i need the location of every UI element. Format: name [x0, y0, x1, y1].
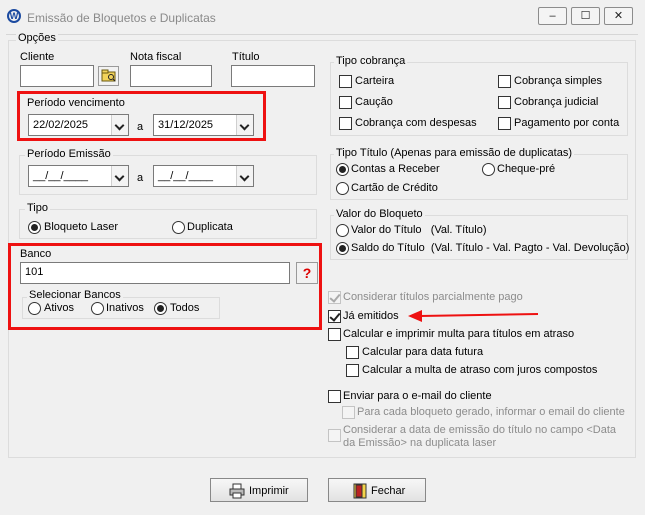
cliente-label: Cliente [20, 51, 55, 63]
nota-fiscal-input[interactable] [130, 65, 212, 87]
titulo-input[interactable] [231, 65, 315, 87]
cobranca-simples-label: Cobrança simples [514, 75, 603, 87]
cliente-search-button[interactable] [98, 66, 119, 86]
considerar-parcial-label: Considerar títulos parcialmente pago [343, 291, 523, 303]
window-title: Emissão de Bloquetos e Duplicatas [27, 11, 216, 25]
imprimir-label: Imprimir [249, 485, 289, 497]
fechar-button[interactable]: Fechar [328, 478, 426, 502]
cartao-credito-label: Cartão de Crédito [351, 182, 438, 194]
chevron-down-icon[interactable] [236, 115, 253, 135]
periodo-emissao-from-value: __/__/____ [33, 170, 89, 182]
cheque-pre-radio[interactable] [482, 163, 495, 176]
data-futura-label: Calcular para data futura [362, 346, 484, 358]
options-group-label: Opções [16, 32, 58, 44]
bancos-ativos-radio[interactable] [28, 302, 41, 315]
maximize-button[interactable]: ☐ [571, 7, 600, 25]
bancos-ativos-label: Ativos [44, 302, 74, 314]
caucao-label: Caução [355, 96, 393, 108]
data-emissao-label-2: da Emissão> na duplicata laser [343, 437, 497, 449]
bancos-todos-label: Todos [170, 302, 200, 314]
periodo-vencimento-from-value: 22/02/2025 [33, 119, 89, 131]
lookup-icon: ? [302, 265, 312, 281]
carteira-checkbox[interactable] [339, 75, 352, 88]
data-emissao-checkbox[interactable] [328, 429, 341, 442]
frame-divider [6, 34, 638, 35]
pagamento-por-conta-label: Pagamento por conta [514, 117, 620, 129]
chevron-down-icon[interactable] [111, 166, 128, 186]
cobranca-despesas-checkbox[interactable] [339, 117, 352, 130]
exit-door-icon [353, 483, 367, 499]
tipo-titulo-label: Tipo Título (Apenas para emissão de dupl… [334, 147, 575, 159]
saldo-titulo-radio[interactable] [336, 242, 349, 255]
fechar-label: Fechar [371, 485, 406, 497]
imprimir-button[interactable]: Imprimir [210, 478, 308, 502]
nota-fiscal-label: Nota fiscal [130, 51, 182, 63]
carteira-label: Carteira [355, 75, 395, 87]
close-button[interactable]: ✕ [604, 7, 633, 25]
considerar-parcial-checkbox[interactable] [328, 291, 341, 304]
periodo-vencimento-label: Período vencimento [27, 97, 125, 109]
banco-input[interactable]: 101 [20, 262, 290, 284]
contas-receber-radio[interactable] [336, 163, 349, 176]
app-logo-icon: W [7, 9, 21, 23]
banco-lookup-button[interactable]: ? [296, 262, 318, 284]
annotation-arrow-icon [408, 310, 539, 322]
data-futura-checkbox[interactable] [346, 346, 359, 359]
printer-icon [229, 483, 245, 499]
cada-bloqueto-label: Para cada bloqueto gerado, informar o em… [357, 406, 625, 418]
juros-compostos-checkbox[interactable] [346, 364, 359, 377]
saldo-titulo-label: Saldo do Título (Val. Título - Val. Pagt… [351, 242, 630, 254]
periodo-emissao-to-value: __/__/____ [158, 170, 214, 182]
bancos-inativos-radio[interactable] [91, 302, 104, 315]
periodo-vencimento-sep: a [137, 121, 144, 133]
ja-emitidos-label: Já emitidos [343, 310, 399, 322]
tipo-label: Tipo [25, 202, 50, 214]
valor-titulo-label: Valor do Título (Val. Título) [351, 224, 487, 236]
cobranca-despesas-label: Cobrança com despesas [355, 117, 477, 129]
juros-compostos-label: Calcular a multa de atraso com juros com… [362, 364, 598, 376]
tipo-bloqueto-laser-label: Bloqueto Laser [44, 221, 118, 233]
ja-emitidos-checkbox[interactable] [328, 310, 341, 323]
tipo-duplicata-label: Duplicata [187, 221, 233, 233]
titulo-label: Título [232, 51, 260, 63]
enviar-email-checkbox[interactable] [328, 390, 341, 403]
tipo-cobranca-label: Tipo cobrança [334, 55, 408, 67]
periodo-emissao-to[interactable]: __/__/____ [153, 165, 254, 187]
tipo-duplicata-radio[interactable] [172, 221, 185, 234]
folder-search-icon [101, 69, 116, 82]
valor-bloqueto-label: Valor do Bloqueto [334, 208, 425, 220]
pagamento-por-conta-checkbox[interactable] [498, 117, 511, 130]
cliente-input[interactable] [20, 65, 94, 87]
cartao-credito-radio[interactable] [336, 182, 349, 195]
periodo-emissao-label: Período Emissão [25, 148, 113, 160]
enviar-email-label: Enviar para o e-mail do cliente [343, 390, 492, 402]
cobranca-simples-checkbox[interactable] [498, 75, 511, 88]
cobranca-judicial-checkbox[interactable] [498, 96, 511, 109]
contas-receber-label: Contas a Receber [351, 163, 440, 175]
periodo-emissao-from[interactable]: __/__/____ [28, 165, 129, 187]
periodo-vencimento-to-value: 31/12/2025 [158, 119, 214, 131]
periodo-emissao-sep: a [137, 172, 144, 184]
periodo-vencimento-to[interactable]: 31/12/2025 [153, 114, 254, 136]
caucao-checkbox[interactable] [339, 96, 352, 109]
minimize-button[interactable]: – [538, 7, 567, 25]
banco-label: Banco [20, 248, 52, 260]
chevron-down-icon[interactable] [111, 115, 128, 135]
cobranca-judicial-label: Cobrança judicial [514, 96, 599, 108]
cada-bloqueto-checkbox[interactable] [342, 406, 355, 419]
calcular-multa-checkbox[interactable] [328, 328, 341, 341]
periodo-vencimento-from[interactable]: 22/02/2025 [28, 114, 129, 136]
calcular-multa-label: Calcular e imprimir multa para títulos e… [343, 328, 575, 340]
chevron-down-icon[interactable] [236, 166, 253, 186]
selecionar-bancos-label: Selecionar Bancos [27, 289, 123, 301]
bancos-todos-radio[interactable] [154, 302, 167, 315]
data-emissao-label-1: Considerar a data de emissão do título n… [343, 424, 617, 436]
bancos-inativos-label: Inativos [106, 302, 144, 314]
tipo-bloqueto-laser-radio[interactable] [28, 221, 41, 234]
valor-titulo-radio[interactable] [336, 224, 349, 237]
cheque-pre-label: Cheque-pré [497, 163, 556, 175]
